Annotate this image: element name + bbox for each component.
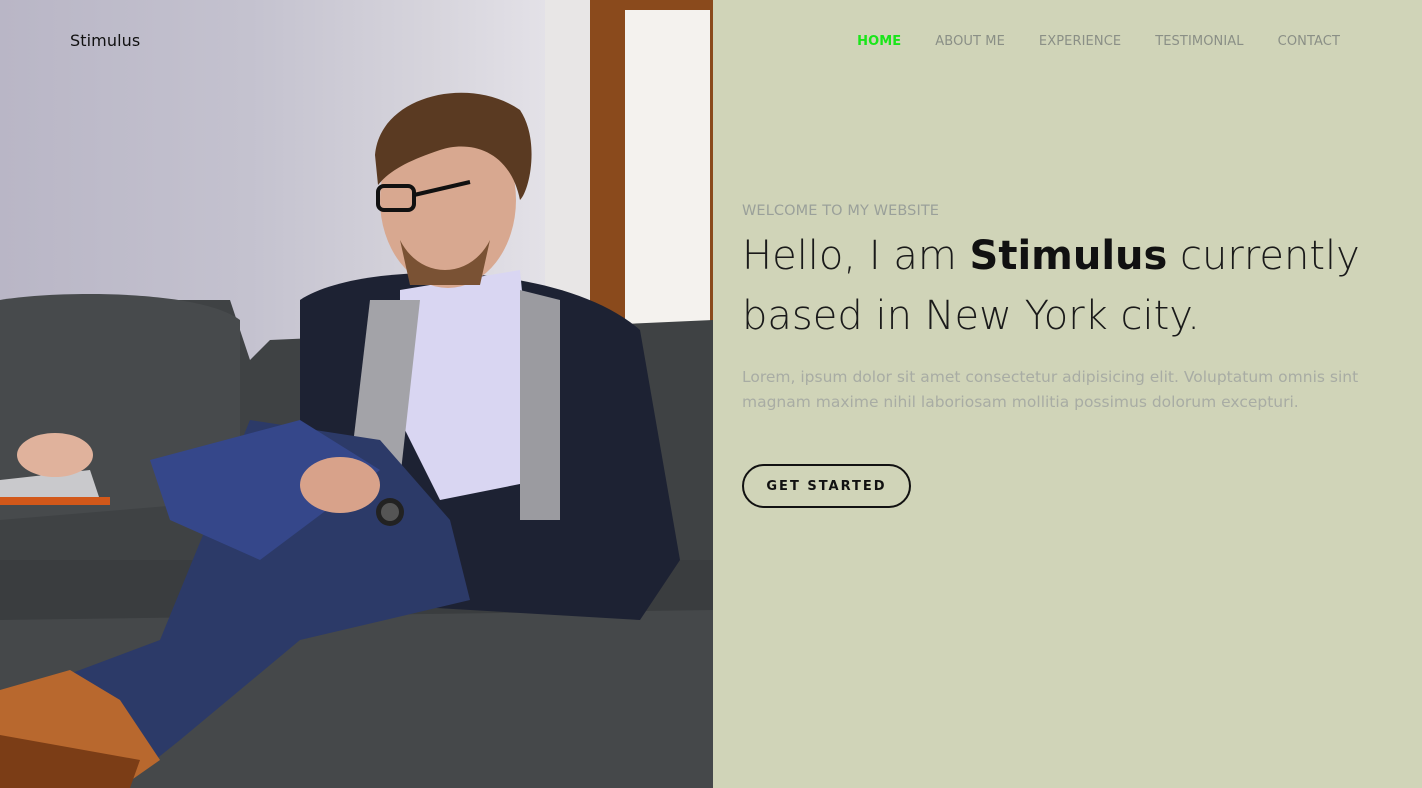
page: Stimulus HOME ABOUT ME EXPERIENCE TESTIM… (0, 0, 1422, 788)
nav-contact[interactable]: CONTACT (1278, 34, 1340, 49)
headline-pre: Hello, I am (742, 233, 970, 279)
nav-home[interactable]: HOME (857, 34, 901, 49)
get-started-button[interactable]: GET STARTED (742, 464, 911, 508)
brand-logo[interactable]: Stimulus (70, 31, 140, 50)
hero-lead: Lorem, ipsum dolor sit amet consectetur … (742, 368, 1359, 411)
man-on-sofa-photo-icon (0, 0, 713, 788)
nav-about-me[interactable]: ABOUT ME (935, 34, 1005, 49)
headline-name: Stimulus (969, 233, 1168, 279)
hero-content: HOME ABOUT ME EXPERIENCE TESTIMONIAL CON… (713, 0, 1422, 788)
nav-experience[interactable]: EXPERIENCE (1039, 34, 1121, 49)
hero-headline: Hello, I am Stimulus currently based in … (742, 226, 1382, 346)
nav-testimonial[interactable]: TESTIMONIAL (1155, 34, 1243, 49)
hero-kicker: WELCOME TO MY WEBSITE (742, 203, 940, 219)
hero-photo (0, 0, 713, 788)
main-nav: HOME ABOUT ME EXPERIENCE TESTIMONIAL CON… (823, 34, 1340, 49)
